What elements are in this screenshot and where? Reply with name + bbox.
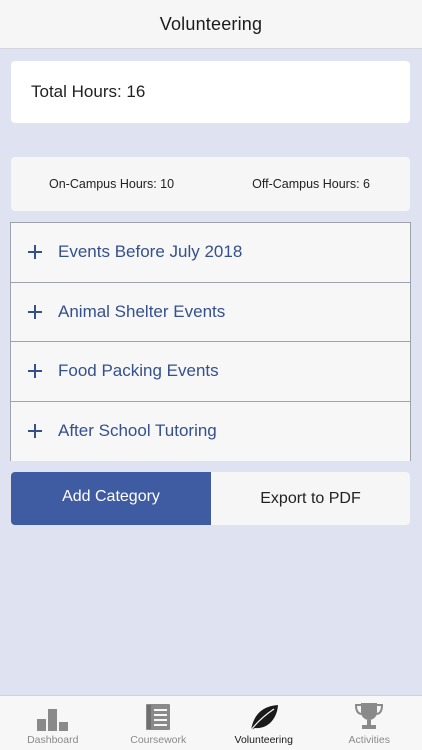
tab-volunteering[interactable]: Volunteering <box>211 696 317 750</box>
trophy-icon <box>355 703 384 729</box>
tab-dashboard[interactable]: Dashboard <box>0 696 106 750</box>
page-header: Volunteering <box>0 0 422 49</box>
leaf-icon <box>250 705 278 731</box>
bar-chart-icon <box>36 709 68 731</box>
category-row-food-packing-events[interactable]: Food Packing Events <box>11 342 410 402</box>
plus-icon <box>28 304 42 319</box>
category-row-events-before-july-2018[interactable]: Events Before July 2018 <box>11 223 410 283</box>
category-label: Animal Shelter Events <box>58 301 226 321</box>
on-campus-hours-label: On-Campus Hours: 10 <box>49 177 175 191</box>
notebook-icon <box>146 704 171 730</box>
category-row-after-school-tutoring[interactable]: After School Tutoring <box>11 401 410 461</box>
tab-activities[interactable]: Activities <box>317 696 422 750</box>
export-pdf-button[interactable]: Export to PDF <box>211 472 410 525</box>
plus-icon <box>28 424 42 439</box>
category-list: Events Before July 2018 Animal Shelter E… <box>10 222 411 461</box>
plus-icon <box>28 245 42 260</box>
category-label: Food Packing Events <box>58 361 219 381</box>
tab-label: Coursework <box>130 734 187 746</box>
total-hours-card: Total Hours: 16 <box>11 61 410 123</box>
tab-label: Activities <box>348 734 390 746</box>
page-title: Volunteering <box>159 13 263 34</box>
category-row-animal-shelter-events[interactable]: Animal Shelter Events <box>11 282 410 342</box>
tab-coursework[interactable]: Coursework <box>106 696 212 750</box>
category-label: After School Tutoring <box>58 421 217 441</box>
plus-icon <box>28 364 42 379</box>
tab-label: Volunteering <box>234 734 293 746</box>
category-label: Events Before July 2018 <box>58 242 243 262</box>
hours-breakdown-card: On-Campus Hours: 10 Off-Campus Hours: 6 <box>11 157 410 211</box>
tab-bar: Dashboard Coursework Volunteering Activi… <box>0 695 422 750</box>
total-hours-label: Total Hours: 16 <box>31 82 146 101</box>
add-category-button[interactable]: Add Category <box>11 472 211 525</box>
tab-label: Dashboard <box>27 734 79 746</box>
off-campus-hours-label: Off-Campus Hours: 6 <box>252 177 370 191</box>
